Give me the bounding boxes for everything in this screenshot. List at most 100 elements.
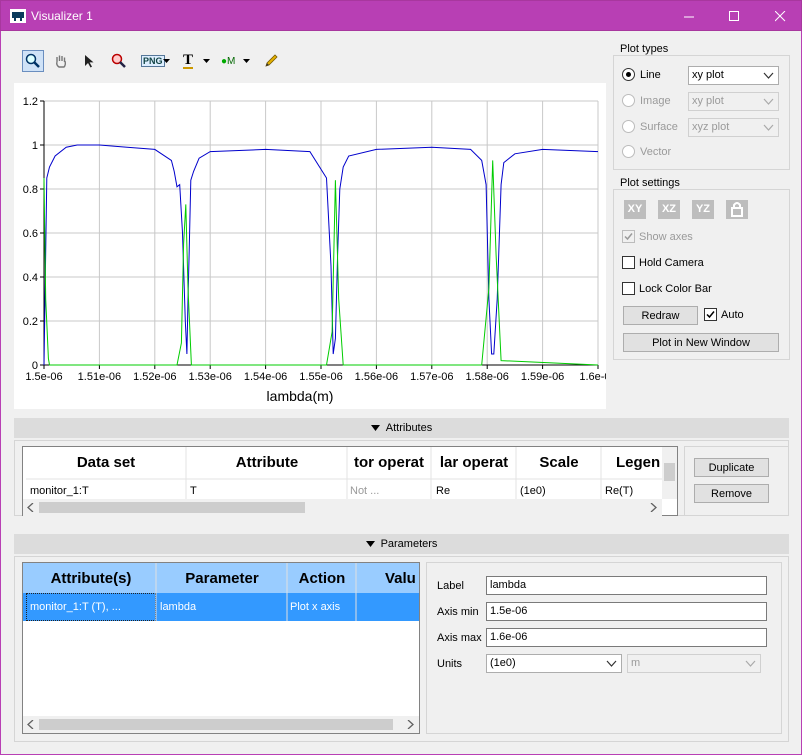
maximize-button[interactable]	[711, 1, 757, 31]
image-plot-combo[interactable]: xy plot	[688, 92, 779, 111]
pan-tool-button[interactable]	[50, 50, 72, 72]
chevron-left-icon	[27, 720, 34, 729]
image-plot-combo-value: xy plot	[692, 95, 724, 107]
chevron-down-icon	[163, 59, 170, 63]
chart-ticks: 1.5e-06 1.51e-06 1.52e-06 1.53e-06 1.54e-06 1…	[23, 96, 606, 383]
lock-color-bar-checkbox[interactable]	[622, 282, 635, 295]
units-unit-value: m	[631, 657, 641, 669]
label-field[interactable]: lambda	[486, 576, 767, 595]
chevron-right-icon	[650, 503, 657, 512]
attributes-cell[interactable]: Re(T)	[605, 485, 661, 497]
radio-surface[interactable]	[622, 120, 635, 133]
x-tick-label: 1.51e-06	[78, 371, 121, 383]
window-title: Visualizer 1	[31, 9, 93, 23]
y-tick-label: 1	[32, 140, 38, 152]
parameters-hscrollbar[interactable]	[23, 716, 419, 733]
x-tick-label: 1.55e-06	[299, 371, 342, 383]
x-tick-label: 1.52e-06	[133, 371, 176, 383]
zoom-icon	[25, 53, 40, 68]
parameters-cell[interactable]: lambda	[160, 601, 284, 613]
surface-plot-combo[interactable]: xyz plot	[688, 118, 779, 137]
lock-view-button[interactable]	[726, 200, 748, 219]
radio-vector[interactable]	[622, 145, 635, 158]
attributes-cell[interactable]: monitor_1:T	[30, 485, 180, 497]
line-chart[interactable]: 1.5e-06 1.51e-06 1.52e-06 1.53e-06 1.54e-06 1…	[14, 83, 606, 409]
chevron-down-icon	[203, 59, 210, 63]
auto-checkbox[interactable]	[704, 308, 717, 321]
close-button[interactable]	[757, 1, 802, 31]
zoom-tool-button[interactable]	[22, 50, 44, 72]
chevron-down-icon	[606, 660, 617, 667]
hold-camera-checkbox[interactable]	[622, 256, 635, 269]
attributes-section-label: Attributes	[385, 422, 433, 434]
text-tool-button[interactable]: T	[178, 50, 212, 72]
chevron-right-icon	[407, 720, 414, 729]
attributes-cell[interactable]: (1e0)	[520, 485, 598, 497]
minimize-button[interactable]	[666, 1, 712, 31]
plot-new-window-label: Plot in New Window	[652, 337, 750, 349]
hold-camera-label: Hold Camera	[639, 257, 704, 269]
units-scale-value: (1e0)	[490, 657, 516, 669]
axis-min-caption: Axis min	[437, 606, 479, 618]
marker-tool-button[interactable]: ●M	[218, 50, 252, 72]
redraw-button[interactable]: Redraw	[623, 306, 698, 325]
scrollbar-thumb[interactable]	[39, 719, 393, 730]
surface-plot-combo-value: xyz plot	[692, 121, 730, 133]
attributes-section-header[interactable]: Attributes	[14, 418, 789, 438]
axis-max-field-value: 1.6e-06	[490, 631, 528, 643]
view-xy-button[interactable]: XY	[624, 200, 646, 219]
chart-grid	[43, 100, 599, 366]
scrollbar-thumb[interactable]	[664, 463, 675, 481]
units-unit-combo[interactable]: m	[627, 654, 761, 673]
pencil-tool-button[interactable]	[260, 50, 282, 72]
collapse-triangle-icon	[370, 425, 380, 431]
x-tick-label: 1.56e-06	[355, 371, 398, 383]
plot-new-window-button[interactable]: Plot in New Window	[623, 333, 779, 352]
radio-surface-label: Surface	[640, 121, 678, 133]
checkmark-icon	[706, 311, 715, 319]
maximize-icon	[728, 10, 739, 21]
remove-button[interactable]: Remove	[694, 484, 769, 503]
radio-image[interactable]	[622, 94, 635, 107]
lock-color-bar-label: Lock Color Bar	[639, 283, 712, 295]
y-tick-label: 0.2	[23, 316, 38, 328]
axis-min-field[interactable]: 1.5e-06	[486, 602, 767, 621]
marker-icon: ●M	[221, 55, 236, 67]
png-export-button[interactable]: PNG	[138, 50, 172, 72]
title-bar[interactable]: Visualizer 1	[0, 0, 802, 31]
parameters-section-header[interactable]: Parameters	[14, 534, 789, 554]
pointer-tool-button[interactable]	[78, 50, 100, 72]
y-tick-label: 0.6	[23, 228, 38, 240]
units-scale-combo[interactable]: (1e0)	[486, 654, 622, 673]
x-tick-label: 1.54e-06	[244, 371, 287, 383]
x-axis-label: lambda(m)	[267, 388, 334, 404]
parameters-section-label: Parameters	[380, 538, 438, 550]
parameters-cell[interactable]: Plot x axis	[290, 601, 356, 613]
attributes-vscrollbar[interactable]	[662, 447, 677, 499]
parameters-cell[interactable]: monitor_1:T (T), ...	[30, 601, 154, 613]
show-axes-checkbox[interactable]	[622, 230, 635, 243]
zoom-region-tool-button[interactable]	[108, 50, 130, 72]
chevron-down-icon	[745, 660, 756, 667]
attributes-cell[interactable]: Re	[436, 485, 514, 497]
attributes-hscrollbar[interactable]	[23, 499, 662, 516]
x-tick-label: 1.57e-06	[410, 371, 453, 383]
duplicate-button[interactable]: Duplicate	[694, 458, 769, 477]
duplicate-label: Duplicate	[708, 462, 755, 474]
axis-max-caption: Axis max	[437, 632, 482, 644]
x-tick-label: 1.6e-06	[579, 371, 606, 383]
chevron-down-icon	[243, 59, 250, 63]
y-tick-label: 1.2	[23, 96, 38, 108]
attributes-button-panel	[684, 446, 789, 516]
view-yz-button[interactable]: YZ	[692, 200, 714, 219]
attributes-cell[interactable]: T	[190, 485, 340, 497]
line-plot-combo[interactable]: xy plot	[688, 66, 779, 85]
checkmark-icon	[624, 233, 633, 241]
line-plot-combo-value: xy plot	[692, 69, 724, 81]
view-xz-button[interactable]: XZ	[658, 200, 680, 219]
axis-max-field[interactable]: 1.6e-06	[486, 628, 767, 647]
collapse-triangle-icon	[365, 541, 375, 547]
attributes-cell[interactable]: Not ...	[350, 485, 428, 497]
scrollbar-thumb[interactable]	[39, 502, 305, 513]
radio-line[interactable]	[622, 68, 635, 81]
